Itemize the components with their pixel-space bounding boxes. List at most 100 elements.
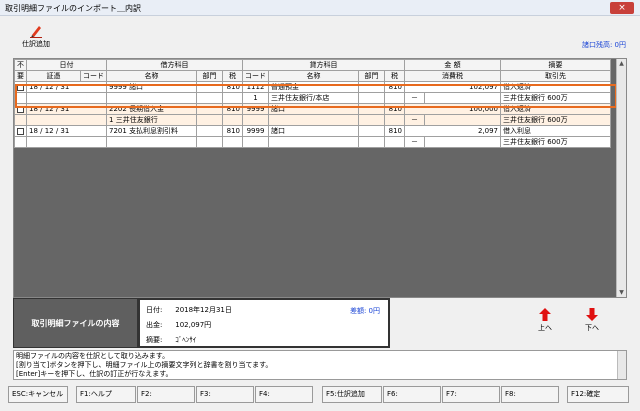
scroll-up-icon[interactable]: ▲ [617, 59, 626, 68]
message-line-3: [Enter]キーを押下し、仕訳の訂正が行なえます。 [16, 370, 173, 378]
credit-sub-name [268, 114, 359, 126]
detail-summary-row: 摘要: ｺﾞﾍﾝｻｲ [146, 335, 196, 345]
f7-button[interactable]: F7: [442, 386, 500, 403]
entry-date: 18 / 12 / 31 [26, 125, 107, 137]
f5-add-entry-button[interactable]: F5:仕訳追加 [322, 386, 382, 403]
col-unneeded-2: 要 [14, 70, 27, 82]
unneeded-checkbox[interactable] [17, 127, 24, 135]
function-key-bar: ESC:キャンセル F1:ヘルプ F2: F3: F4: F5:仕訳追加 F6:… [8, 386, 634, 404]
col-credit-tax: 税 [384, 70, 405, 82]
f2-button[interactable]: F2: [137, 386, 195, 403]
entry-subrow[interactable]: 1 三井住友銀行/本店 － 三井住友銀行 600万 [14, 92, 611, 104]
entry-date: 18 / 12 / 31 [26, 81, 107, 93]
credit-name: 諸口 [268, 103, 359, 115]
debit-code: 9999 [109, 83, 127, 91]
col-debit-code: コード [80, 70, 107, 82]
debit-name-text: 長期借入金 [129, 105, 165, 113]
col-summary: 摘要 [500, 59, 611, 71]
entry-row[interactable]: 18 / 12 / 31 7201 支払利息割引料 810 9999 諸口 81… [14, 125, 611, 137]
amount: 2,097 [404, 125, 501, 137]
credit-sub-code: 1 [242, 92, 269, 104]
message-line-1: 明細ファイルの内容を仕訳として取り込みます。 [16, 352, 170, 360]
summary: 借入利息 [500, 125, 611, 137]
debit-sub-name [106, 92, 197, 104]
arrow-down-icon [586, 308, 598, 321]
credit-tax: 810 [384, 125, 405, 137]
move-down-label: 下へ [585, 324, 599, 332]
partner: 三井住友銀行 600万 [500, 92, 611, 104]
debit-name: 7201 支払利息割引料 [106, 125, 197, 137]
debit-sub-code: 1 [109, 116, 114, 124]
add-entry-label: 仕訳追加 [22, 40, 50, 48]
unneeded-checkbox[interactable] [17, 83, 24, 91]
col-unneeded: 不 [14, 59, 27, 71]
debit-sub-name-text: 三井住友銀行 [115, 116, 158, 124]
credit-sub-code [242, 136, 269, 148]
detail-date-row: 日付: 2018年12月31日 [146, 305, 232, 315]
move-down-button[interactable]: 下へ [579, 308, 605, 333]
debit-name: 9999 諸口 [106, 81, 197, 93]
arrow-up-icon [539, 308, 551, 321]
header-row-2: 要 証憑 コード 名称 部門 税 コード 名称 部門 税 消費税 取引先 [14, 70, 611, 82]
f4-button[interactable]: F4: [255, 386, 313, 403]
unneeded-checkbox[interactable] [17, 105, 24, 113]
debit-code: 7201 [109, 127, 127, 135]
move-up-label: 上へ [538, 324, 552, 332]
col-credit: 貸方科目 [242, 59, 405, 71]
grid-scrollbar[interactable]: ▲ ▼ [616, 59, 626, 297]
f12-confirm-button[interactable]: F12:確定 [567, 386, 629, 403]
f8-button[interactable]: F8: [501, 386, 559, 403]
credit-code: 9999 [242, 125, 269, 137]
col-credit-dept: 部門 [358, 70, 385, 82]
f3-button[interactable]: F3: [196, 386, 254, 403]
tax-mark: － [404, 92, 425, 104]
detail-label: 取引明細ファイルの内容 [13, 298, 138, 348]
journal-grid: 不 日付 借方科目 貸方科目 金 額 摘要 要 証憑 コード 名称 部門 税 コ… [13, 58, 627, 298]
entry-subrow[interactable]: 1 三井住友銀行 － 三井住友銀行 600万 [14, 114, 611, 126]
scroll-down-icon[interactable]: ▼ [617, 288, 626, 297]
entry-row[interactable]: 18 / 12 / 31 2202 長期借入金 810 9999 諸口 810 … [14, 103, 611, 115]
esc-cancel-button[interactable]: ESC:キャンセル [8, 386, 68, 403]
debit-sub-name: 1 三井住友銀行 [106, 114, 197, 126]
partner: 三井住友銀行 600万 [500, 136, 611, 148]
detail-withdraw-value: 102,097円 [175, 321, 212, 329]
entry-row[interactable]: 18 / 12 / 31 9999 諸口 810 1112 普通預金 810 1… [14, 81, 611, 93]
message-scrollbar[interactable] [617, 351, 626, 379]
detail-date-key: 日付: [146, 306, 163, 314]
add-entry-button[interactable]: 仕訳追加 [14, 24, 58, 49]
detail-date-value: 2018年12月31日 [175, 306, 232, 314]
message-line-2: [割り当て]ボタンを押下し、明細ファイル上の摘要文字列と辞書を割り当てます。 [16, 361, 273, 369]
tax-mark: － [404, 114, 425, 126]
suspense-balance: 諸口残高: 0円 [581, 41, 626, 49]
debit-tax: 810 [222, 81, 243, 93]
col-debit-dept: 部門 [196, 70, 223, 82]
col-amount: 金 額 [404, 59, 501, 71]
header-row-1: 不 日付 借方科目 貸方科目 金 額 摘要 [14, 59, 611, 71]
window-title: 取引明細ファイルのインポート＿内訳 [5, 4, 141, 13]
close-button[interactable]: × [610, 2, 634, 14]
col-date: 日付 [26, 59, 107, 71]
col-voucher: 証憑 [26, 70, 81, 82]
partner: 三井住友銀行 600万 [500, 114, 611, 126]
credit-tax: 810 [384, 103, 405, 115]
detail-diff: 差額: 0円 [349, 307, 380, 315]
f6-button[interactable]: F6: [383, 386, 441, 403]
summary: 借入返済 [500, 103, 611, 115]
detail-panel: 日付: 2018年12月31日 出金: 102,097円 摘要: ｺﾞﾍﾝｻｲ … [138, 298, 390, 348]
col-debit-name: 名称 [106, 70, 197, 82]
credit-sub-code [242, 114, 269, 126]
tax-mark: － [404, 136, 425, 148]
move-up-button[interactable]: 上へ [532, 308, 558, 333]
detail-summary-key: 摘要: [146, 336, 163, 344]
detail-withdraw-key: 出金: [146, 321, 163, 329]
debit-tax: 810 [222, 103, 243, 115]
detail-summary-value: ｺﾞﾍﾝｻｲ [175, 336, 197, 344]
credit-code: 9999 [242, 103, 269, 115]
credit-sub-name [268, 136, 359, 148]
entry-subrow[interactable]: － 三井住友銀行 600万 [14, 136, 611, 148]
f1-help-button[interactable]: F1:ヘルプ [76, 386, 136, 403]
debit-name-text: 諸口 [129, 83, 144, 91]
credit-code: 1112 [242, 81, 269, 93]
debit-sub-name [106, 136, 197, 148]
debit-tax: 810 [222, 125, 243, 137]
